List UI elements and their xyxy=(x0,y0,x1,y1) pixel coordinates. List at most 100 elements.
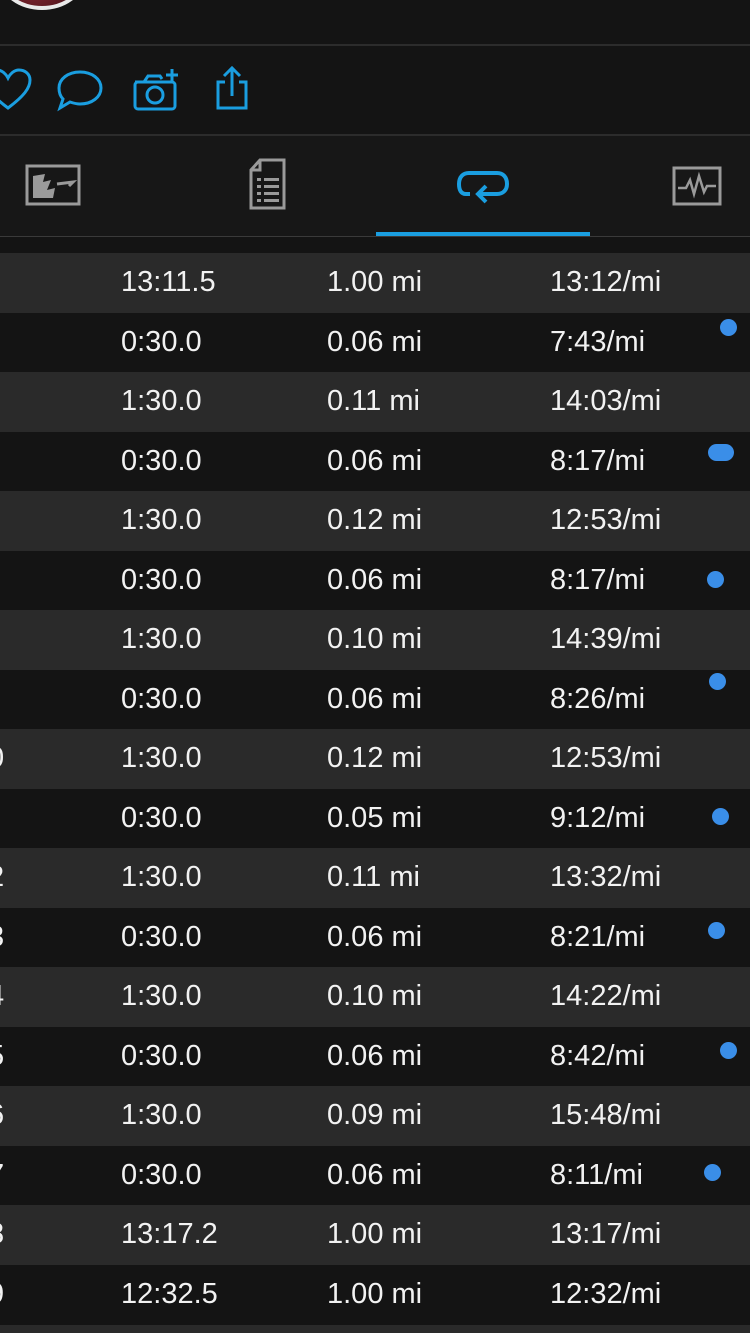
lap-time: 0:30.0 xyxy=(121,325,202,358)
lap-pace: 13:17/mi xyxy=(550,1218,662,1250)
lap-time: 12:32.5 xyxy=(121,1277,218,1310)
lap-distance: 0.06 mi xyxy=(327,1039,423,1072)
lap-time: 13:17.2 xyxy=(121,1218,218,1250)
lap-distance: 1.00 mi xyxy=(327,1277,423,1310)
lap-distance: 0.06 mi xyxy=(327,682,423,715)
tab-bar xyxy=(0,136,750,237)
lap-time: 1:30.0 xyxy=(121,742,202,774)
lap-distance: 0.12 mi xyxy=(327,742,423,774)
table-row[interactable]: 1:30.0 0.11 mi 14:03/mi xyxy=(0,372,750,432)
lap-pace: 8:17/mi xyxy=(550,444,646,477)
share-icon[interactable] xyxy=(206,65,258,114)
lap-pace: 14:22/mi xyxy=(550,980,662,1012)
interval-marker-dot xyxy=(708,922,725,939)
action-bar xyxy=(0,46,750,136)
lap-number: 3 xyxy=(0,908,4,968)
lap-distance: 0.06 mi xyxy=(327,920,423,953)
table-row[interactable]: 9 12:32.5 1.00 mi 12:32/mi xyxy=(0,1264,750,1325)
interval-marker-dot xyxy=(709,673,726,690)
table-row[interactable]: 5 0:30.0 0.06 mi 8:42/mi xyxy=(0,1026,750,1087)
interval-marker-dot xyxy=(712,808,729,825)
lap-time: 1:30.0 xyxy=(121,1099,202,1131)
lap-time: 1:30.0 xyxy=(121,861,202,893)
lap-pace: 12:53/mi xyxy=(550,742,662,774)
lap-pace: 7:43/mi xyxy=(550,325,646,358)
lap-pace: 12:32/mi xyxy=(550,1277,662,1310)
lap-pace: 8:42/mi xyxy=(550,1039,646,1072)
lap-time: 1:30.0 xyxy=(121,504,202,536)
avatar[interactable] xyxy=(0,0,84,10)
interval-marker-dot xyxy=(707,571,724,588)
table-row[interactable]: 1:30.0 0.10 mi 14:39/mi xyxy=(0,610,750,670)
table-row[interactable]: 7 0:30.0 0.06 mi 8:11/mi xyxy=(0,1145,750,1206)
tab-laps[interactable] xyxy=(376,136,590,236)
lap-pace: 8:26/mi xyxy=(550,682,646,715)
lap-pace: 13:12/mi xyxy=(550,266,662,298)
lap-distance: 0.09 mi xyxy=(327,1099,423,1131)
lap-distance: 0.05 mi xyxy=(327,801,423,834)
lap-time: 0:30.0 xyxy=(121,563,202,596)
lap-distance: 0.12 mi xyxy=(327,504,423,536)
lap-distance: 0.10 mi xyxy=(327,623,423,655)
lap-time: 0:30.0 xyxy=(121,1158,202,1191)
table-row[interactable]: 13:11.5 1.00 mi 13:12/mi xyxy=(0,253,750,313)
activity-chart-icon xyxy=(672,166,722,206)
lap-number: 7 xyxy=(0,1146,4,1206)
heart-icon[interactable] xyxy=(0,66,34,114)
interval-marker-dot xyxy=(708,444,734,461)
table-row[interactable]: 0:30.0 0.05 mi 9:12/mi xyxy=(0,788,750,848)
table-row[interactable]: 0:30.0 0.06 mi 8:17/mi xyxy=(0,431,750,491)
profile-header xyxy=(0,0,750,46)
comment-icon[interactable] xyxy=(54,66,106,114)
lap-time: 1:30.0 xyxy=(121,623,202,655)
camera-plus-icon[interactable] xyxy=(130,66,182,114)
lap-number: 8 xyxy=(0,1205,4,1265)
lap-pace: 15:48/mi xyxy=(550,1099,662,1131)
lap-distance: 0.06 mi xyxy=(327,563,423,596)
table-row[interactable]: 3 0:30.0 0.06 mi 8:21/mi xyxy=(0,907,750,968)
table-row[interactable]: 4 1:30.0 0.10 mi 14:22/mi xyxy=(0,967,750,1027)
interval-marker-dot xyxy=(720,1042,737,1059)
document-list-icon xyxy=(249,158,286,210)
table-row[interactable]: 1:30.0 0.12 mi 12:53/mi xyxy=(0,491,750,551)
lap-time: 1:30.0 xyxy=(121,385,202,417)
lap-distance: 1.00 mi xyxy=(327,1218,423,1250)
lap-number: 6 xyxy=(0,1086,4,1146)
tab-stats[interactable] xyxy=(160,136,374,236)
table-row[interactable]: 6 1:30.0 0.09 mi 15:48/mi xyxy=(0,1086,750,1146)
tab-map[interactable] xyxy=(0,136,160,236)
table-footer xyxy=(0,1325,750,1333)
table-row[interactable]: 0 1:30.0 0.12 mi 12:53/mi xyxy=(0,729,750,789)
lap-distance: 0.06 mi xyxy=(327,1158,423,1191)
lap-time: 0:30.0 xyxy=(121,801,202,834)
lap-number: 5 xyxy=(0,1027,4,1087)
table-row[interactable]: 0:30.0 0.06 mi 7:43/mi xyxy=(0,312,750,372)
laps-table: 13:11.5 1.00 mi 13:12/mi 0:30.0 0.06 mi 7:43/… xyxy=(0,253,750,1324)
lap-pace: 14:03/mi xyxy=(550,385,662,417)
lap-pace: 13:32/mi xyxy=(550,861,662,893)
lap-pace: 8:17/mi xyxy=(550,563,646,596)
lap-pace: 8:11/mi xyxy=(550,1158,643,1191)
lap-time: 0:30.0 xyxy=(121,444,202,477)
lap-number: 2 xyxy=(0,848,4,908)
lap-number: 0 xyxy=(0,729,4,789)
table-row[interactable]: 0:30.0 0.06 mi 8:26/mi xyxy=(0,669,750,729)
lap-pace: 14:39/mi xyxy=(550,623,662,655)
lap-pace: 9:12/mi xyxy=(550,801,646,834)
lap-time: 0:30.0 xyxy=(121,1039,202,1072)
table-row[interactable]: 0:30.0 0.06 mi 8:17/mi xyxy=(0,550,750,610)
lap-number: 4 xyxy=(0,967,4,1027)
active-tab-indicator xyxy=(376,232,590,236)
lap-distance: 0.10 mi xyxy=(327,980,423,1012)
lap-distance: 0.06 mi xyxy=(327,325,423,358)
laps-loop-icon xyxy=(456,171,510,204)
separator xyxy=(0,237,750,253)
table-row[interactable]: 8 13:17.2 1.00 mi 13:17/mi xyxy=(0,1205,750,1265)
lap-time: 0:30.0 xyxy=(121,682,202,715)
lap-time: 0:30.0 xyxy=(121,920,202,953)
lap-number: 9 xyxy=(0,1265,4,1325)
table-row[interactable]: 2 1:30.0 0.11 mi 13:32/mi xyxy=(0,848,750,908)
tab-charts[interactable] xyxy=(590,136,750,236)
map-icon xyxy=(25,164,81,206)
lap-time: 1:30.0 xyxy=(121,980,202,1012)
